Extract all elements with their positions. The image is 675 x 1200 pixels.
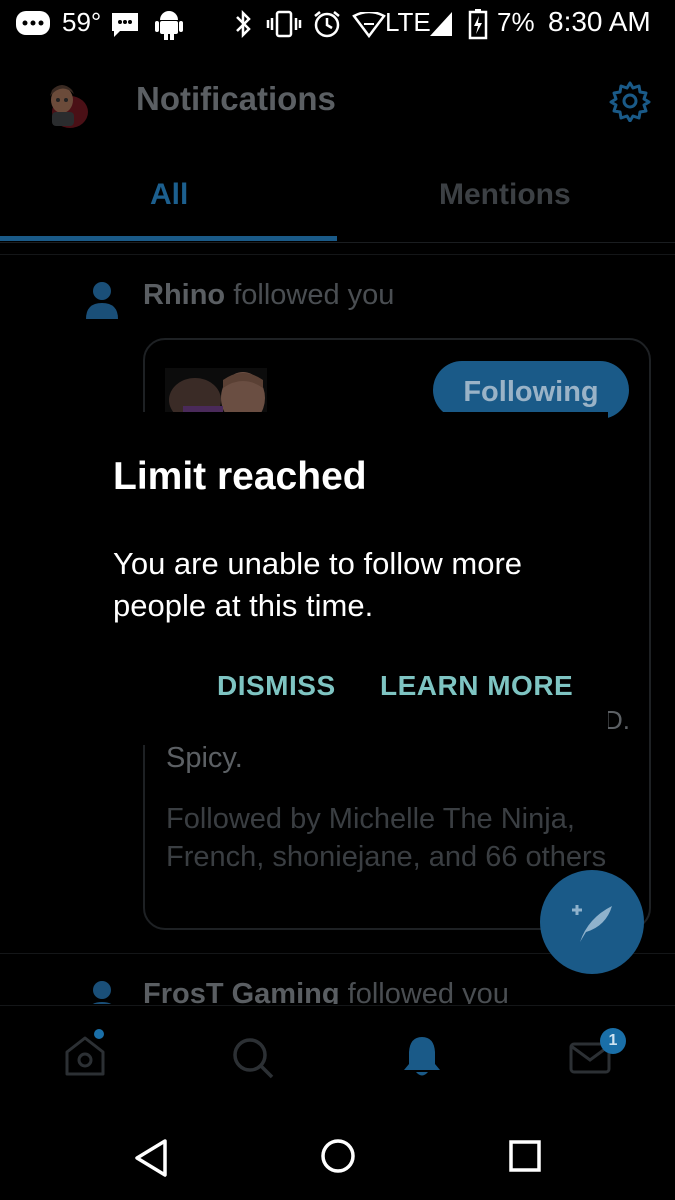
notifications-bell-icon[interactable] (400, 1034, 444, 1078)
temperature-text: 59° (62, 7, 102, 37)
dialog-message: You are unable to follow more people at … (113, 546, 523, 623)
app-header (0, 50, 675, 150)
followed-by-text: Followed by Michelle The Ninja, French, … (166, 803, 607, 873)
search-icon[interactable] (231, 1036, 275, 1080)
home-new-dot (94, 1029, 104, 1039)
notification-text[interactable]: FrosT Gaming followed you (143, 978, 509, 1004)
dismiss-button[interactable]: DISMISS (217, 670, 336, 702)
more-notifications-icon (16, 11, 50, 35)
notification-text[interactable]: Rhino followed you (143, 279, 394, 312)
page-title: Notifications (136, 80, 336, 117)
battery-percent-text: 7% (497, 7, 535, 37)
following-button[interactable]: Following (433, 361, 629, 419)
settings-gear-icon[interactable] (609, 80, 651, 122)
tab-bar (0, 150, 675, 243)
cell-signal-icon (430, 12, 452, 36)
system-nav-bar (0, 1105, 675, 1200)
bluetooth-icon (236, 10, 251, 38)
active-tab-indicator (0, 236, 337, 241)
profile-avatar[interactable] (32, 78, 92, 134)
network-type-text: LTE (385, 7, 431, 37)
dialog-title: Limit reached (113, 455, 367, 498)
tab-mentions[interactable]: Mentions (439, 178, 571, 212)
battery-charging-icon (468, 9, 488, 40)
compose-quill-icon (572, 905, 612, 942)
learn-more-button[interactable]: LEARN MORE (380, 670, 573, 702)
notification-username[interactable]: FrosT Gaming (143, 978, 340, 1004)
user-card-avatar[interactable] (165, 368, 267, 412)
notification-username[interactable]: Rhino (143, 279, 225, 311)
back-icon[interactable] (133, 1138, 169, 1178)
home-button-icon[interactable] (320, 1138, 356, 1174)
wifi-icon (352, 12, 386, 38)
card-bio-text: Spicy. (166, 742, 243, 774)
status-bar: 59° LTE 7% 8:30 AM (0, 0, 675, 50)
compose-tweet-button[interactable] (540, 870, 644, 974)
clock-text: 8:30 AM (548, 6, 651, 37)
follow-person-icon (86, 282, 118, 319)
recents-icon[interactable] (507, 1138, 543, 1174)
messages-badge: 1 (600, 1028, 626, 1054)
notification-action: followed you (233, 279, 395, 311)
messages-app-icon (112, 13, 138, 37)
follow-person-icon (92, 981, 112, 1004)
alarm-icon (314, 11, 340, 38)
tab-all[interactable]: All (150, 178, 188, 212)
vibrate-icon (266, 10, 302, 38)
divider (0, 254, 675, 255)
home-icon[interactable] (63, 1034, 107, 1078)
android-icon (155, 11, 183, 40)
notification-action: followed you (347, 978, 509, 1004)
